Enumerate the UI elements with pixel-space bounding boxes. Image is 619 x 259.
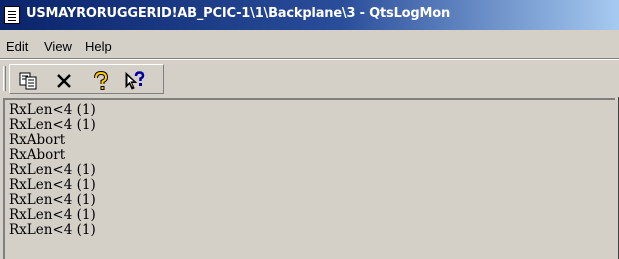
- delete-button[interactable]: [54, 71, 76, 91]
- copy-button[interactable]: [18, 71, 40, 91]
- copy-icon: [19, 72, 37, 90]
- log-line: RxLen<4 (1): [9, 162, 96, 178]
- log-line: RxLen<4 (1): [9, 177, 96, 193]
- window-title: USMAYRORUGGERID!AB_PCIC-1\1\Backplane\3 …: [26, 6, 451, 21]
- log-line: RxLen<4 (1): [9, 117, 96, 133]
- context-help-button[interactable]: [124, 71, 146, 91]
- toolbar-grip[interactable]: [3, 66, 6, 91]
- app-document-icon: [4, 6, 20, 24]
- menu-view[interactable]: View: [44, 39, 72, 54]
- menu-bar: Edit View Help: [0, 30, 619, 59]
- toolbar: [0, 59, 619, 97]
- menu-edit[interactable]: Edit: [6, 39, 28, 54]
- title-bar[interactable]: USMAYRORUGGERID!AB_PCIC-1\1\Backplane\3 …: [0, 0, 619, 30]
- log-line: RxLen<4 (1): [9, 222, 96, 238]
- log-line: RxLen<4 (1): [9, 207, 96, 223]
- help-button[interactable]: [90, 70, 112, 91]
- log-line: RxAbort: [9, 147, 66, 163]
- menu-help[interactable]: Help: [85, 39, 112, 54]
- log-line: RxLen<4 (1): [9, 102, 96, 118]
- log-line: RxAbort: [9, 132, 66, 148]
- context-help-pointer-icon: [125, 71, 145, 90]
- delete-x-icon: [57, 74, 71, 88]
- log-output-area[interactable]: RxLen<4 (1) RxLen<4 (1) RxAbort RxAbort …: [3, 98, 615, 259]
- toolbar-button-group: [9, 64, 164, 94]
- log-line: RxLen<4 (1): [9, 192, 96, 208]
- help-question-icon: [94, 70, 109, 90]
- app-window: USMAYRORUGGERID!AB_PCIC-1\1\Backplane\3 …: [0, 0, 619, 259]
